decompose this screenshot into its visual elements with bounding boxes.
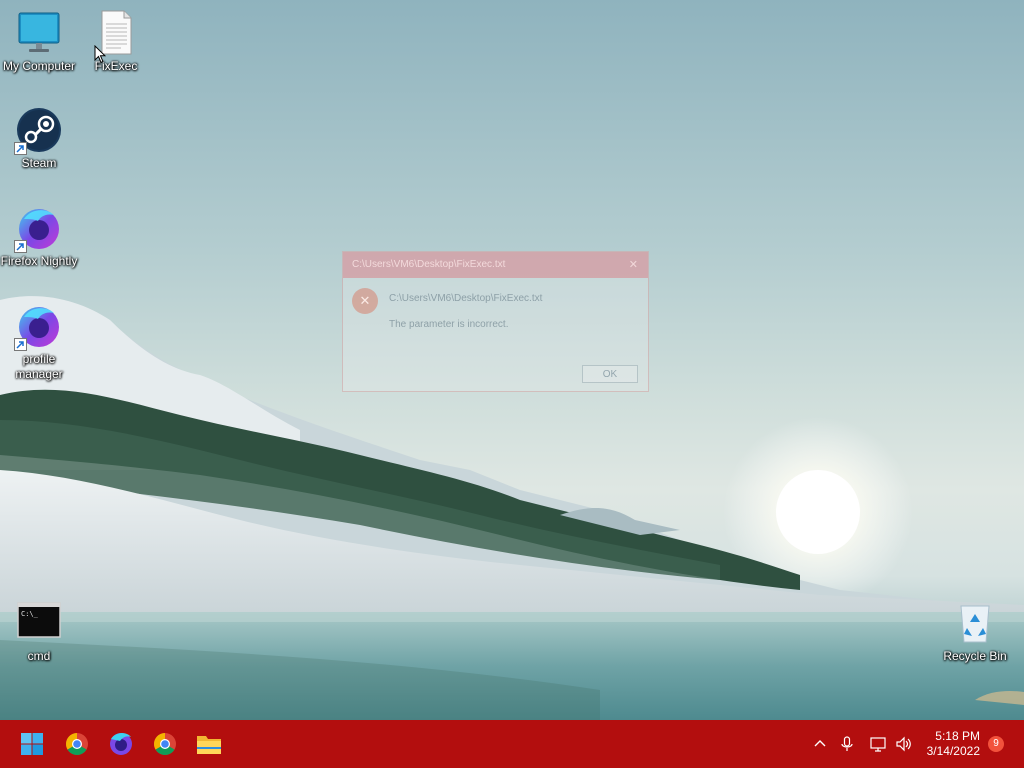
dialog-titlebar[interactable]: C:\Users\VM6\Desktop\FixExec.txt ✕ — [343, 252, 648, 278]
desktop-icon-label: Recycle Bin — [943, 649, 1007, 663]
error-icon: ✕ — [352, 288, 378, 314]
system-tray — [810, 720, 920, 768]
notification-badge[interactable]: 9 — [988, 736, 1004, 752]
taskbar-chrome-button-2[interactable] — [150, 729, 180, 759]
desktop-icon-steam[interactable]: Steam — [0, 107, 78, 171]
desktop-icon-label: Firefox Nightly — [0, 254, 78, 268]
shortcut-arrow-icon — [14, 142, 27, 155]
windows-logo-icon — [21, 733, 43, 755]
dialog-path-text: C:\Users\VM6\Desktop\FixExec.txt — [389, 293, 543, 304]
desktop-icon-label: FixExec — [94, 59, 138, 73]
network-icon[interactable] — [870, 736, 888, 752]
taskbar: 5:18 PM 3/14/2022 9 — [0, 720, 1024, 768]
svg-text:C:\_: C:\_ — [21, 610, 39, 618]
desktop-icon-profile-manager[interactable]: profile manager — [0, 303, 78, 382]
folder-icon — [197, 736, 221, 754]
mouse-cursor-icon — [94, 44, 107, 69]
desktop-icon-recycle-bin[interactable]: Recycle Bin — [936, 600, 1014, 664]
desktop-icon-label: cmd — [27, 649, 51, 663]
shortcut-arrow-icon — [14, 338, 27, 351]
desktop-icon-label: profile manager — [15, 352, 63, 381]
firefox-nightly-icon — [14, 205, 62, 253]
desktop-icon-firefox-nightly[interactable]: Firefox Nightly — [0, 205, 78, 269]
taskbar-chrome-button[interactable] — [62, 729, 92, 759]
dialog-message: The parameter is incorrect. — [389, 319, 509, 330]
desktop-icon-label: Steam — [21, 156, 57, 170]
monitor-icon — [16, 10, 62, 56]
taskbar-firefox-button[interactable] — [106, 729, 136, 759]
volume-icon[interactable] — [895, 736, 913, 752]
chevron-up-icon[interactable] — [813, 737, 827, 751]
close-icon[interactable]: ✕ — [629, 258, 638, 271]
microphone-icon[interactable] — [840, 736, 854, 752]
clock-date: 3/14/2022 — [926, 744, 980, 758]
recycle-bin-icon — [952, 600, 998, 646]
clock[interactable]: 5:18 PM 3/14/2022 — [927, 729, 980, 759]
firefox-icon — [110, 733, 132, 755]
desktop-icon-fixexec[interactable]: FixExec — [77, 10, 155, 74]
error-dialog: C:\Users\VM6\Desktop\FixExec.txt ✕ ✕ C:\… — [342, 251, 649, 392]
chrome-icon — [154, 733, 176, 755]
taskbar-file-explorer-button[interactable] — [194, 729, 224, 759]
dialog-title: C:\Users\VM6\Desktop\FixExec.txt — [352, 259, 506, 270]
terminal-icon: C:\_ — [16, 600, 62, 646]
shortcut-arrow-icon — [14, 240, 27, 253]
desktop-icon-label: My Computer — [2, 59, 76, 73]
desktop-icon-my-computer[interactable]: My Computer — [0, 10, 78, 74]
steam-icon — [14, 107, 62, 155]
ok-button[interactable]: OK — [582, 365, 638, 383]
start-button[interactable] — [17, 729, 47, 759]
clock-time: 5:18 PM — [935, 729, 980, 743]
chrome-icon — [66, 733, 88, 755]
desktop-icon-cmd[interactable]: C:\_ cmd — [0, 600, 78, 664]
firefox-nightly-icon — [14, 303, 62, 351]
